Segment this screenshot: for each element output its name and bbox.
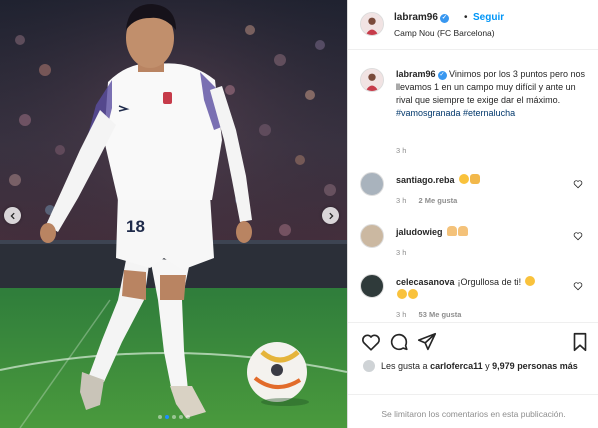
follow-button[interactable]: Seguir [473,12,504,23]
comment-username[interactable]: celecasanova [396,277,455,287]
star-struck-emoji-icon [458,174,469,184]
comment-item: celecasanova ¡Orgullosa de ti! 3 h 53 Me … [348,274,598,324]
flexed-biceps-emoji-icon [457,226,468,236]
svg-text:18: 18 [126,217,145,236]
comment-timestamp: 3 h [396,196,407,205]
post-location[interactable]: Camp Nou (FC Barcelona) [394,28,495,38]
likes-user[interactable]: carloferca11 [430,361,483,371]
carousel-dot [164,415,169,419]
comment-item: santiago.reba 3 h 2 Me gusta [348,172,598,222]
carousel-dots [0,415,347,419]
post-header: labram96 ✓ • Seguir Camp Nou (FC Barcelon… [348,0,598,50]
carousel-dot [157,415,162,419]
star-struck-emoji-icon [397,289,407,299]
header-separator: • [464,12,468,23]
chevron-right-icon [328,212,334,219]
photo-scene: 18 [0,0,347,428]
clapping-hands-emoji-icon [469,174,480,184]
avatar[interactable] [360,12,384,36]
star-struck-emoji-icon [524,276,535,286]
verified-badge-icon: ✓ [437,71,447,80]
carousel-dot [171,415,176,419]
likes-suffix[interactable]: personas más [517,361,578,371]
comment-likes[interactable]: 53 Me gusta [419,310,462,319]
post-caption: labram96 ✓ Vinimos por los 3 puntos pero … [348,50,598,160]
comments-footer: Se limitaron los comentarios en esta pub… [348,394,598,428]
post-side-panel: labram96 ✓ • Seguir Camp Nou (FC Barcelon… [347,0,598,428]
verified-badge-icon: ✓ [439,14,449,23]
avatar [362,359,376,373]
comment-username[interactable]: santiago.reba [396,175,455,185]
comment-like-heart-icon[interactable] [573,231,583,241]
profile-avatar-image [361,13,383,35]
comment-text: jaludowieg [396,226,566,239]
likes-count[interactable]: 9,979 [492,361,515,371]
post-author-username[interactable]: labram96 ✓ [394,12,449,23]
flexed-biceps-emoji-icon [446,226,457,236]
profile-avatar-image [361,69,383,91]
comment-like-heart-icon[interactable] [573,281,583,291]
caption-username[interactable]: labram96 [396,69,436,79]
post-actions: Les gusta a carloferca11 y 9,979 persona… [348,322,598,394]
comment-meta: 3 h 2 Me gusta [396,196,467,205]
heart-icon[interactable] [360,331,382,353]
avatar[interactable] [360,274,384,298]
avatar[interactable] [360,224,384,248]
caption-hashtags[interactable]: #vamosgranada #eternalucha [396,108,515,118]
caption-timestamp: 3 h [396,146,407,155]
avatar[interactable] [360,172,384,196]
carousel-next-button[interactable] [322,207,339,224]
caption-text: labram96 ✓ Vinimos por los 3 puntos pero … [396,68,591,120]
post-photo[interactable]: 18 [0,0,347,428]
comment-timestamp: 3 h [396,248,407,257]
likes-summary[interactable]: Les gusta a carloferca11 y 9,979 persona… [362,359,578,373]
comment-meta: 3 h [396,248,416,257]
comment-timestamp: 3 h [396,310,407,319]
share-icon[interactable] [416,331,438,353]
comment-meta: 3 h 53 Me gusta [396,310,471,319]
comment-item: jaludowieg 3 h [348,224,598,274]
likes-prefix: Les gusta a [381,361,428,371]
comment-text: celecasanova ¡Orgullosa de ti! [396,276,566,302]
carousel-dot [178,415,183,419]
comment-like-heart-icon[interactable] [573,179,583,189]
carousel-prev-button[interactable] [4,207,21,224]
comments-disabled-notice: Se limitaron los comentarios en esta pub… [381,409,566,419]
chevron-left-icon [9,212,15,219]
comment-text: santiago.reba [396,174,566,187]
comment-icon[interactable] [388,331,410,353]
bookmark-icon[interactable] [569,331,591,353]
star-struck-emoji-icon [408,289,418,299]
likes-middle: y [485,361,490,371]
comment-body: ¡Orgullosa de ti! [457,277,522,287]
avatar[interactable] [360,68,384,92]
comment-likes[interactable]: 2 Me gusta [419,196,458,205]
carousel-dot [185,415,190,419]
comment-username[interactable]: jaludowieg [396,227,443,237]
